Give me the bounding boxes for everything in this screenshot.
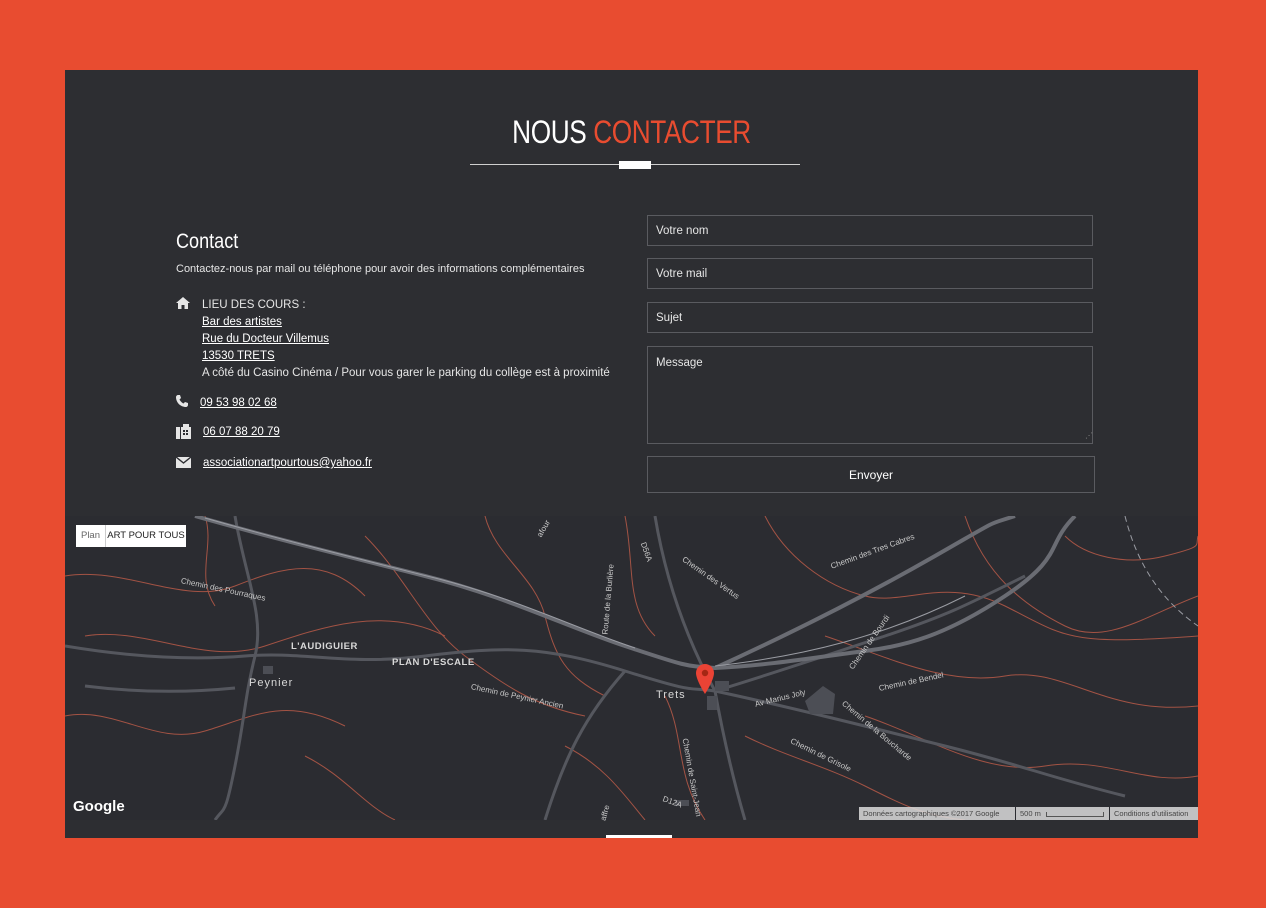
fax-icon (176, 424, 191, 439)
title-part-2: CONTACTER (593, 114, 751, 150)
map-terms-link[interactable]: Conditions d'utilisation (1110, 807, 1198, 820)
map-art-tab[interactable]: ART POUR TOUS (106, 525, 186, 547)
email-input[interactable] (647, 258, 1093, 289)
name-input[interactable] (647, 215, 1093, 246)
map-scale: 500 m (1016, 807, 1109, 820)
contact-section: NOUS CONTACTER Contact Contactez-nous pa… (65, 70, 1198, 838)
section-title: NOUS CONTACTER (167, 114, 1096, 151)
map-town-trets: Trets (656, 689, 686, 701)
map[interactable] (65, 516, 1198, 820)
map-scale-bar (1045, 811, 1104, 817)
location-venue-link[interactable]: Bar des artistes (202, 316, 282, 328)
location-label: LIEU DES COURS : (202, 299, 306, 311)
map-place-audiguier: L'AUDIGUIER (291, 641, 358, 652)
home-icon (176, 297, 190, 311)
map-marker-icon[interactable] (696, 664, 714, 698)
location-street-link[interactable]: Rue du Docteur Villemus (202, 333, 329, 345)
message-textarea[interactable] (647, 346, 1093, 444)
subject-input[interactable] (647, 302, 1093, 333)
map-plan-tab[interactable]: Plan (76, 525, 106, 547)
map-town-peynier: Peynier (249, 677, 294, 689)
bottom-divider-mark (606, 835, 672, 838)
phone-icon (176, 395, 190, 409)
google-logo: Google (73, 798, 125, 815)
contact-heading: Contact (176, 230, 239, 253)
location-note: A côté du Casino Cinéma / Pour vous gare… (202, 367, 610, 379)
location-city-link[interactable]: 13530 TRETS (202, 350, 275, 362)
title-divider-mark (619, 161, 651, 169)
phone-link[interactable]: 09 53 98 02 68 (200, 397, 277, 409)
map-roads-graphic (65, 516, 1198, 820)
map-attribution: Données cartographiques ©2017 Google (859, 807, 1015, 820)
contact-description: Contactez-nous par mail ou téléphone pou… (176, 263, 585, 275)
envelope-icon (175, 455, 192, 469)
mobile-link[interactable]: 06 07 88 20 79 (203, 426, 280, 438)
send-button[interactable]: Envoyer (647, 456, 1095, 493)
resize-handle-icon[interactable]: ⋰ (1085, 432, 1093, 440)
map-scale-label: 500 m (1020, 809, 1041, 818)
email-link[interactable]: associationartpourtous@yahoo.fr (203, 457, 372, 469)
title-part-1: NOUS (512, 114, 587, 150)
map-place-plan-escale: PLAN D'ESCALE (392, 657, 475, 668)
